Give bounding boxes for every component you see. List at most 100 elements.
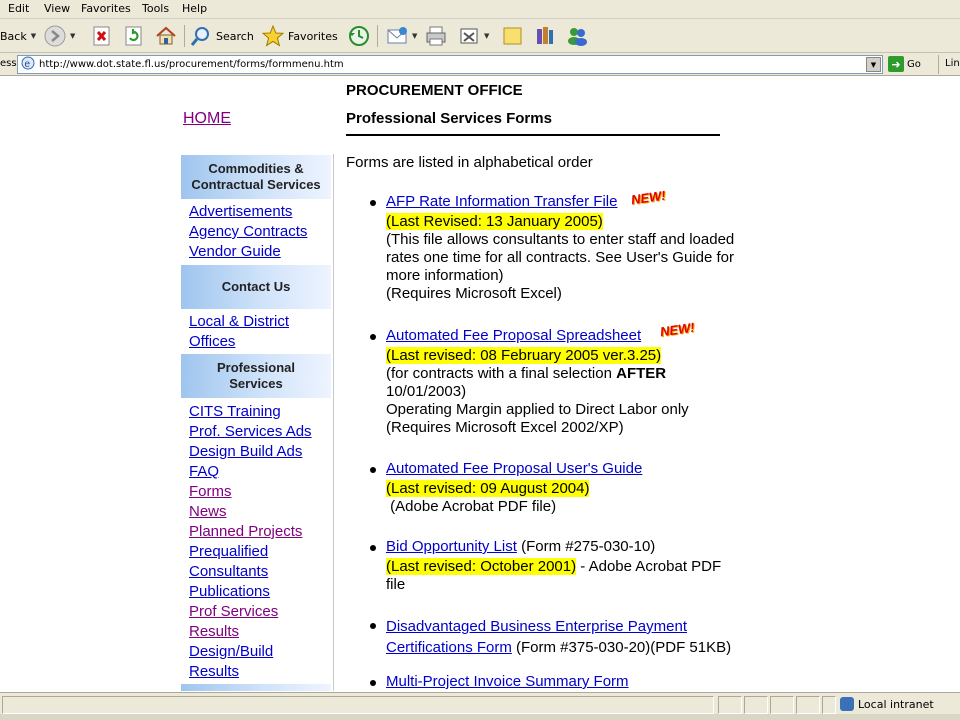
- intro-text: Forms are listed in alphabetical order: [346, 154, 593, 171]
- list-item: Automated Fee Proposal User's Guide (Las…: [370, 460, 766, 516]
- sidebar-item-prof-services[interactable]: Prof Services: [189, 602, 278, 622]
- status-pane: [718, 696, 742, 714]
- sidebar-item-design-build-ads[interactable]: Design Build Ads: [189, 442, 302, 462]
- sidebar-item-local-district[interactable]: Local & District: [189, 312, 289, 332]
- title-divider: [346, 134, 720, 136]
- address-bar: ess e http://www.dot.state.fl.us/procure…: [0, 53, 960, 76]
- print-button[interactable]: [425, 25, 447, 47]
- chevron-down-icon[interactable]: ▼: [70, 32, 75, 40]
- edit-page-icon: [458, 25, 480, 47]
- messenger-button[interactable]: [566, 25, 588, 47]
- bullet-icon: [370, 200, 376, 206]
- sidebar-item-results[interactable]: Results: [189, 622, 239, 642]
- sidebar-heading-contact: Contact Us: [181, 265, 331, 309]
- form-link-dbe-payment-cont[interactable]: Certifications Form: [386, 639, 512, 656]
- toolbar-divider: [377, 25, 378, 47]
- discuss-button[interactable]: [502, 25, 524, 47]
- emphasis-text: AFTER: [616, 365, 667, 382]
- sidebar-heading-line: Contact Us: [221, 279, 291, 294]
- menu-help[interactable]: Help: [182, 2, 207, 15]
- form-link-dbe-payment[interactable]: Disadvantaged Business Enterprise Paymen…: [386, 618, 687, 635]
- sidebar-item-design-build-results[interactable]: Results: [189, 662, 239, 682]
- links-button[interactable]: Lin: [938, 55, 960, 74]
- sidebar-item-agency-contracts[interactable]: Agency Contracts: [189, 222, 307, 242]
- favorites-button[interactable]: Favorites: [262, 25, 338, 47]
- sidebar-item-prof-services-ads[interactable]: Prof. Services Ads: [189, 422, 312, 442]
- sidebar-item-vendor-guide[interactable]: Vendor Guide: [189, 242, 281, 262]
- revised-date: (Last revised: 09 August 2004): [386, 480, 590, 497]
- home-button[interactable]: [155, 25, 177, 47]
- sidebar-heading-commodities: Commodities & Contractual Services: [181, 155, 331, 199]
- menu-view[interactable]: View: [44, 2, 70, 15]
- revised-date: (Last revised: 08 February 2005 ver.3.25…: [386, 347, 662, 364]
- go-button[interactable]: ➜ Go: [888, 56, 921, 72]
- office-title: PROCUREMENT OFFICE: [346, 82, 523, 99]
- sidebar-item-publications[interactable]: Publications: [189, 582, 270, 602]
- sidebar-heading-line: Contractual Services: [191, 177, 321, 192]
- bullet-icon: [370, 680, 376, 686]
- sidebar-item-cits-training[interactable]: CITS Training: [189, 402, 281, 422]
- taskbar: [0, 714, 960, 720]
- page-icon: e: [18, 56, 35, 73]
- forward-button[interactable]: ▼: [44, 25, 75, 47]
- web-page: HOME Commodities & Contractual Services …: [0, 77, 960, 691]
- mail-icon: [386, 25, 408, 47]
- go-arrow-icon: ➜: [888, 56, 904, 72]
- form-description: (for contracts with a final selection AF…: [386, 365, 766, 383]
- star-icon: [262, 25, 284, 47]
- form-link-fee-spreadsheet[interactable]: Automated Fee Proposal Spreadsheet: [386, 327, 641, 344]
- sidebar-item-news[interactable]: News: [189, 502, 227, 522]
- edit-button[interactable]: ▼: [458, 25, 489, 47]
- chevron-down-icon[interactable]: ▼: [484, 32, 489, 40]
- sidebar-item-advertisements[interactable]: Advertisements: [189, 202, 292, 222]
- go-label: Go: [907, 58, 921, 70]
- menu-favorites[interactable]: Favorites: [81, 2, 131, 15]
- menu-edit[interactable]: Edit: [8, 2, 29, 15]
- refresh-icon: [123, 25, 145, 47]
- menu-tools[interactable]: Tools: [142, 2, 169, 15]
- research-button[interactable]: [534, 25, 556, 47]
- home-icon: [155, 25, 177, 47]
- home-link[interactable]: HOME: [183, 110, 231, 128]
- sidebar-item-consultants[interactable]: Consultants: [189, 562, 268, 582]
- form-description: - Adobe Acrobat PDF: [576, 558, 722, 575]
- sidebar-item-design-build[interactable]: Design/Build: [189, 642, 273, 662]
- bullet-icon: [370, 623, 376, 629]
- chevron-down-icon[interactable]: ▼: [866, 57, 881, 72]
- sidebar-item-forms[interactable]: Forms: [189, 482, 232, 502]
- stop-button[interactable]: [91, 25, 113, 47]
- sidebar-nav: Commodities & Contractual Services Adver…: [180, 154, 334, 691]
- favorites-label: Favorites: [288, 29, 338, 43]
- refresh-button[interactable]: [123, 25, 145, 47]
- search-label: Search: [216, 29, 254, 43]
- history-button[interactable]: [347, 25, 369, 47]
- sidebar-heading-partial: [181, 684, 331, 691]
- sidebar-heading-line: Commodities &: [208, 161, 304, 176]
- books-icon: [534, 25, 556, 47]
- sidebar-item-planned-projects[interactable]: Planned Projects: [189, 522, 302, 542]
- form-description: (Requires Microsoft Excel): [386, 285, 562, 302]
- form-description: file: [386, 576, 406, 593]
- stop-icon: [91, 25, 113, 47]
- form-link-fee-guide[interactable]: Automated Fee Proposal User's Guide: [386, 460, 642, 477]
- form-description: (This file allows consultants to enter s…: [386, 231, 735, 248]
- form-link-bid-list[interactable]: Bid Opportunity List: [386, 538, 517, 555]
- sidebar-item-prequalified[interactable]: Prequalified: [189, 542, 268, 562]
- search-button[interactable]: Search: [190, 25, 254, 47]
- back-button[interactable]: Back ▼: [0, 25, 36, 47]
- chevron-down-icon[interactable]: ▼: [31, 32, 36, 40]
- form-link-invoice-summary[interactable]: Multi-Project Invoice Summary Form: [386, 673, 629, 690]
- sidebar-item-offices[interactable]: Offices: [189, 332, 235, 352]
- form-description: 10/01/2003): [386, 383, 467, 400]
- list-item: Multi-Project Invoice Summary Form: [370, 673, 766, 691]
- revised-date: (Last Revised: 13 January 2005): [386, 213, 603, 230]
- chevron-down-icon[interactable]: ▼: [412, 32, 417, 40]
- page-title: Professional Services Forms: [346, 110, 552, 127]
- mail-button[interactable]: ▼: [386, 25, 417, 47]
- sidebar-heading-line: Services: [229, 376, 283, 391]
- toolbar-divider: [184, 25, 185, 47]
- form-link-afp-rate[interactable]: AFP Rate Information Transfer File: [386, 193, 617, 210]
- sidebar-item-faq[interactable]: FAQ: [189, 462, 219, 482]
- address-input[interactable]: e http://www.dot.state.fl.us/procurement…: [17, 55, 883, 74]
- form-description: rates one time for all contracts. See Us…: [386, 249, 735, 266]
